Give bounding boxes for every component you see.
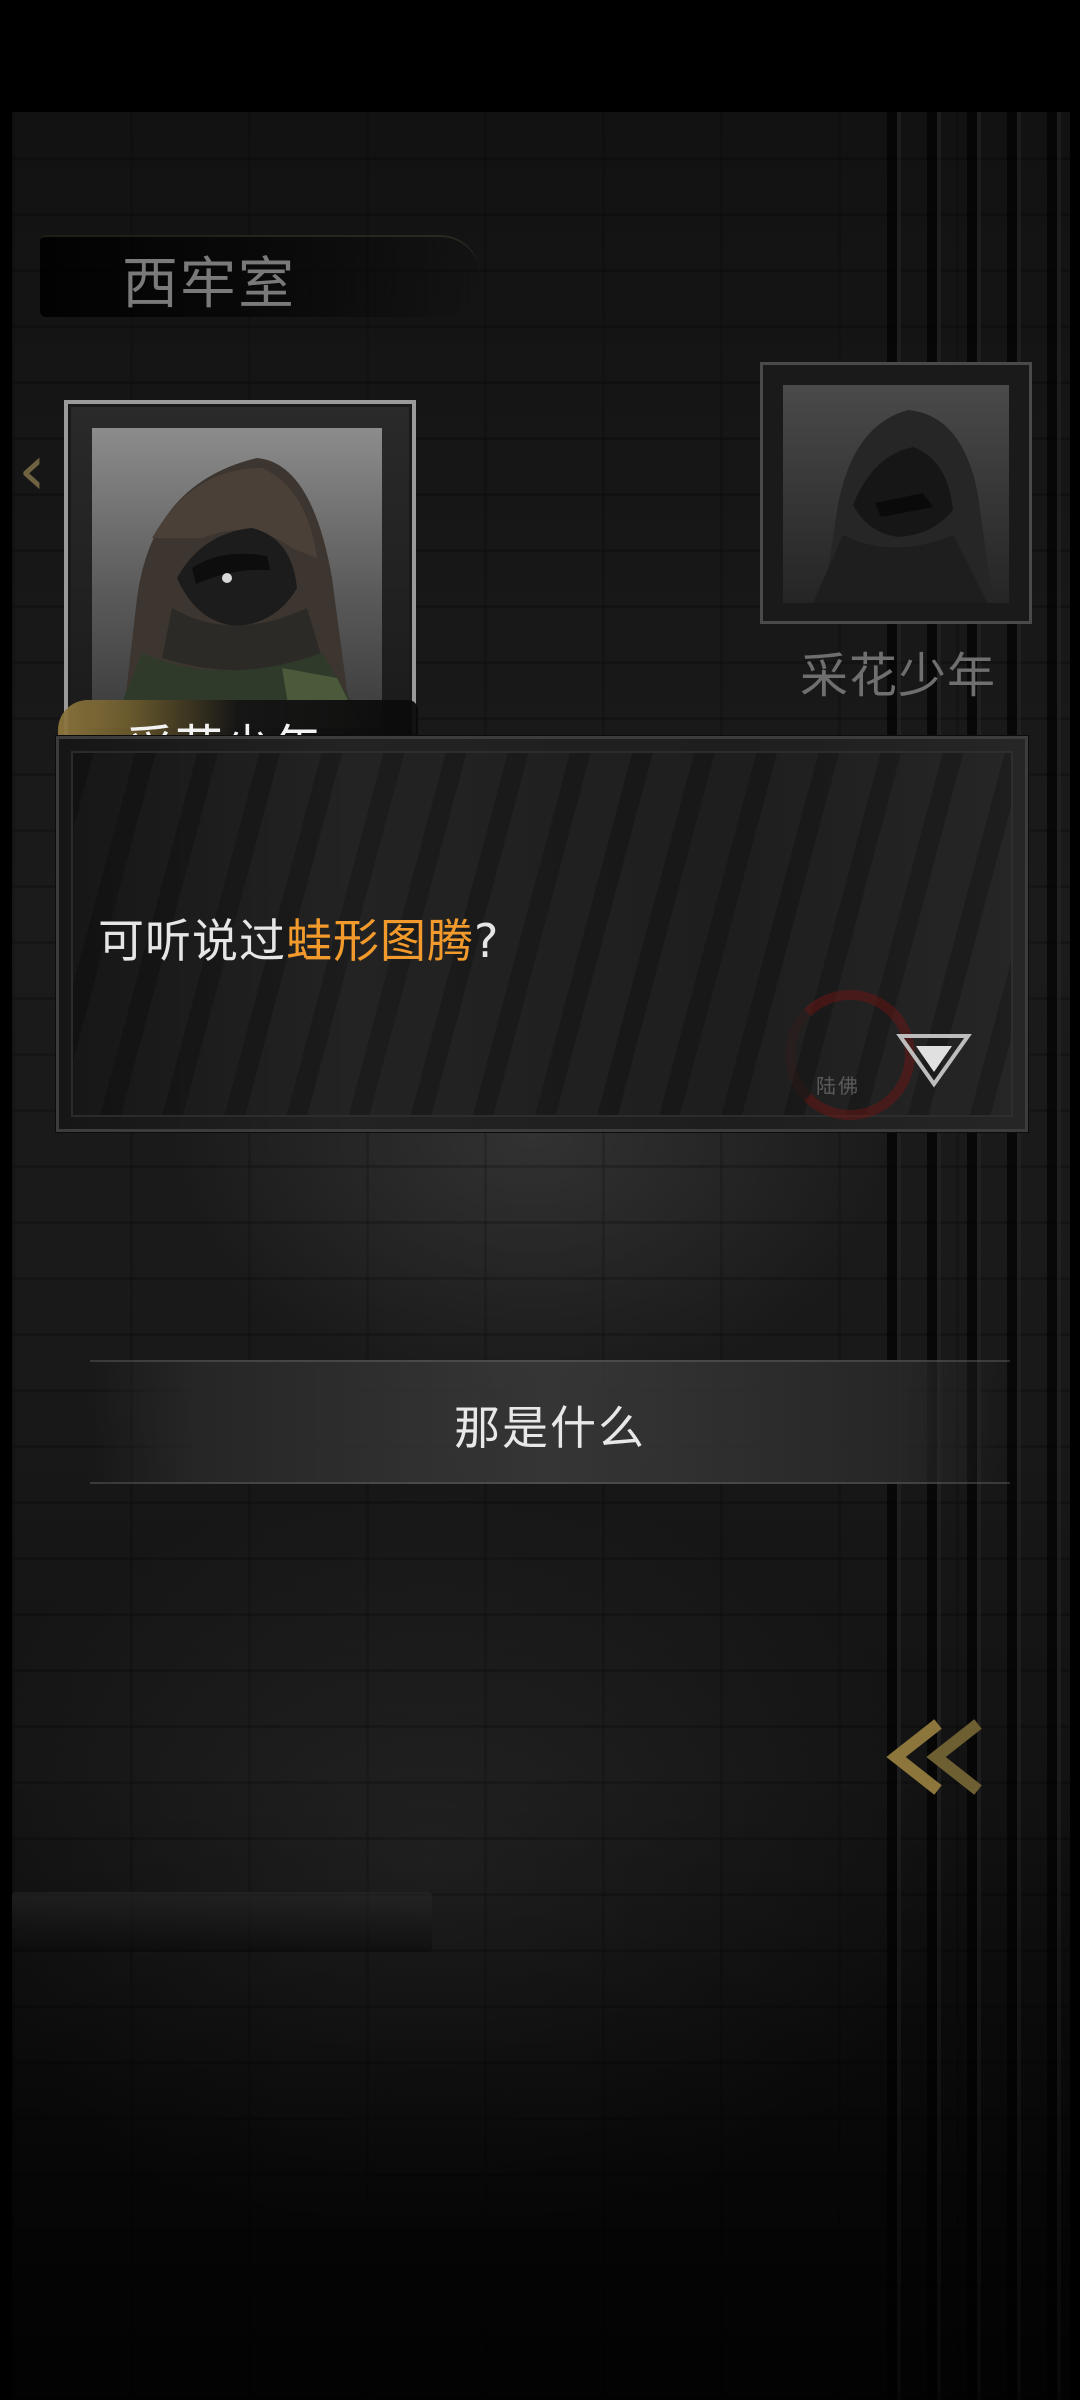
- dialogue-suffix: ?: [474, 914, 500, 968]
- other-character-name: 采花少年: [800, 648, 997, 704]
- dialogue-text: 可听说过蛙形图腾?: [98, 905, 499, 971]
- choice-option[interactable]: 那是什么: [90, 1360, 1010, 1484]
- other-character-portrait: [760, 362, 1032, 624]
- game-screen: 西牢室 ‹ 采花少年 可听说过蛙形图腾? 陆佛 那是什么: [0, 0, 1080, 2400]
- double-chevron-left-icon[interactable]: [878, 1712, 998, 1802]
- location-banner: 西牢室: [40, 225, 480, 320]
- chevron-left-icon[interactable]: ‹: [18, 430, 58, 510]
- triangle-down-icon[interactable]: [894, 1030, 974, 1090]
- hooded-boy-portrait-icon: [783, 385, 1009, 603]
- speaker-portrait: [64, 400, 416, 748]
- seal-text: 陆佛: [816, 1074, 860, 1098]
- choice-option-label: 那是什么: [454, 1401, 646, 1455]
- location-title: 西牢室: [122, 252, 296, 317]
- hooded-boy-portrait-icon: [92, 428, 382, 728]
- status-band: [0, 0, 1080, 112]
- floor-shadow: [12, 1762, 1070, 2400]
- dialogue-keyword[interactable]: 蛙形图腾: [286, 914, 474, 968]
- dialogue-prefix: 可听说过: [98, 914, 286, 968]
